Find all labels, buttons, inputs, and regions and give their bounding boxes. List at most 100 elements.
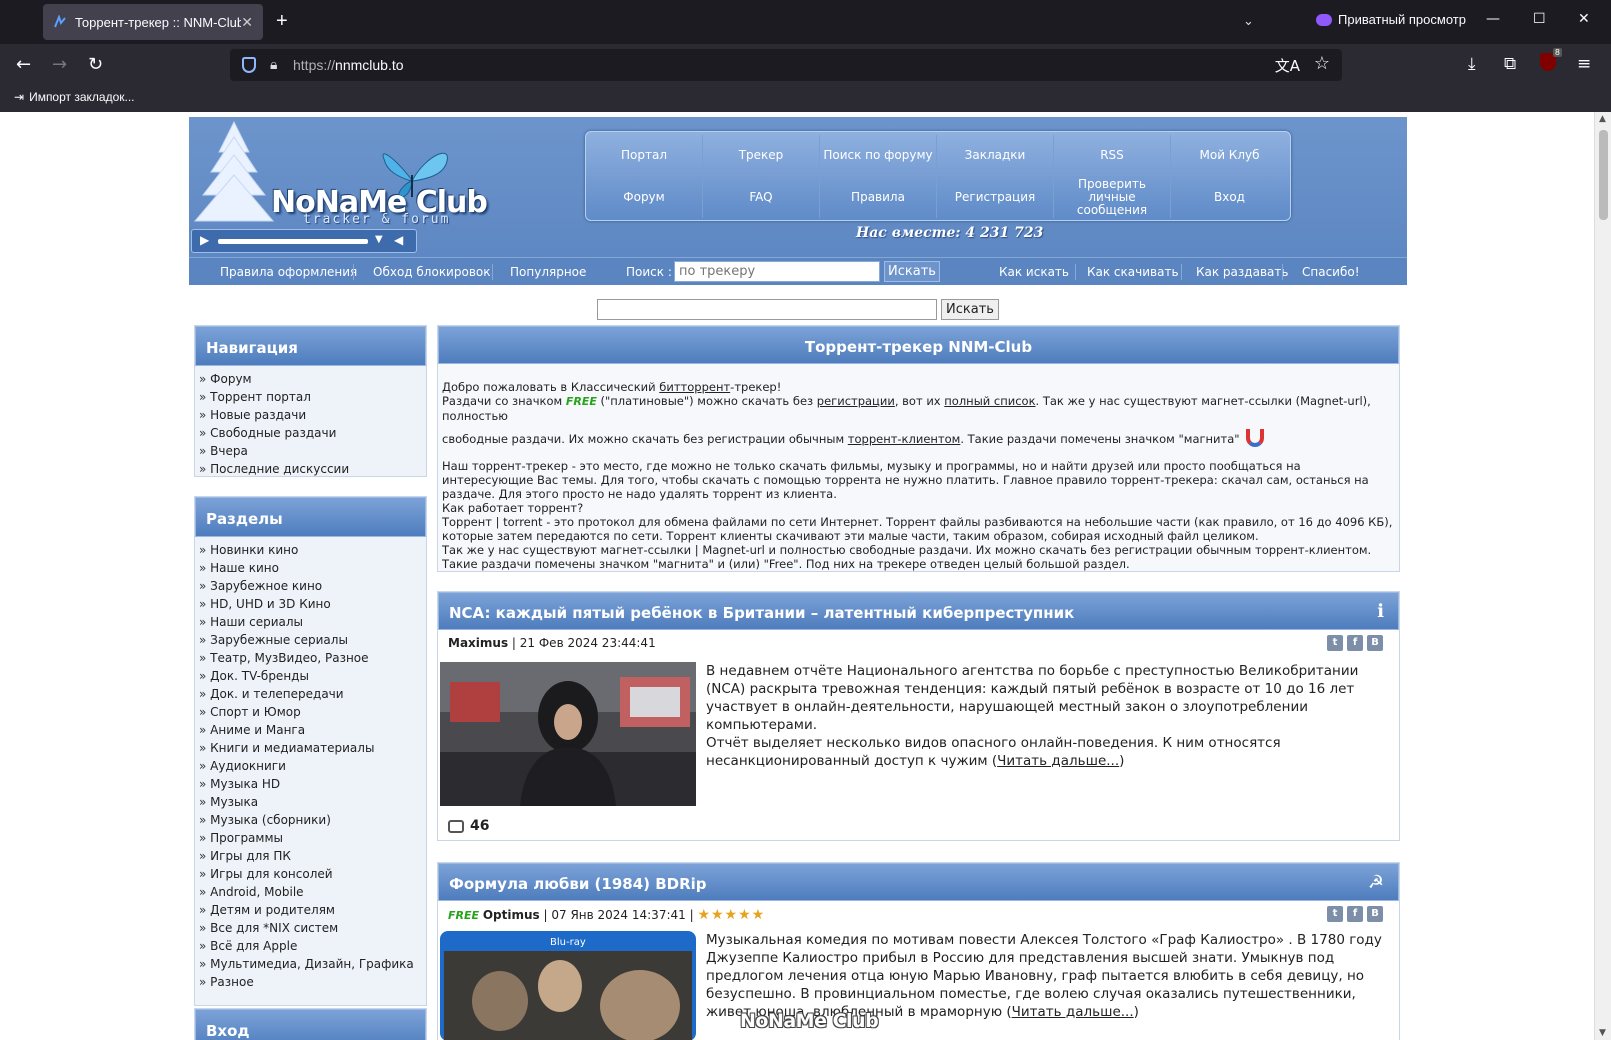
page-scrollbar[interactable]: ▲ ▼: [1594, 112, 1611, 1040]
nav-tracker[interactable]: Трекер: [703, 135, 820, 176]
link-how-to-seed[interactable]: Как раздавать: [1196, 265, 1288, 279]
ublock-extension-icon[interactable]: 8: [1540, 48, 1562, 71]
sidebar-section-item[interactable]: Музыка (сборники): [199, 813, 422, 831]
read-more-link[interactable]: Читать дальше...: [1012, 1004, 1134, 1020]
reload-icon[interactable]: ↻: [88, 54, 103, 75]
news-title[interactable]: NCA: каждый пятый ребёнок в Британии – л…: [438, 592, 1399, 630]
info-icon[interactable]: ℹ: [1377, 601, 1384, 622]
player-dropdown-icon[interactable]: ▼: [375, 234, 383, 245]
forward-icon[interactable]: →: [52, 54, 67, 75]
sidebar-nav-item[interactable]: Форум: [199, 372, 422, 390]
sidebar-section-item[interactable]: Разное: [199, 975, 422, 993]
news-title[interactable]: Формула любви (1984) BDRip ☭: [438, 863, 1399, 901]
sidebar-section-item[interactable]: Аниме и Манга: [199, 723, 422, 741]
close-window-icon[interactable]: ✕: [1578, 11, 1590, 27]
sidebar-section-item[interactable]: Новинки кино: [199, 543, 422, 561]
sidebar-section-item[interactable]: Зарубежное кино: [199, 579, 422, 597]
news-author[interactable]: Optimus: [483, 908, 540, 922]
sidebar-section-item[interactable]: Книги и медиаматериалы: [199, 741, 422, 759]
sidebar-section-item[interactable]: Программы: [199, 831, 422, 849]
extensions-icon[interactable]: ⧉: [1504, 54, 1516, 74]
sidebar-section-item[interactable]: Игры для ПК: [199, 849, 422, 867]
sidebar-section-item[interactable]: Всё для Apple: [199, 939, 422, 957]
sidebar-section-item[interactable]: Театр, МузВидео, Разное: [199, 651, 422, 669]
site-search-input[interactable]: [597, 299, 937, 320]
menu-icon[interactable]: ≡: [1577, 54, 1591, 74]
sidebar-nav-item[interactable]: Последние дискуссии: [199, 462, 422, 480]
sidebar-section-item[interactable]: Зарубежные сериалы: [199, 633, 422, 651]
import-bookmarks-item[interactable]: ⇥ Импорт закладок...: [14, 90, 135, 104]
sidebar-nav-item[interactable]: Свободные раздачи: [199, 426, 422, 444]
sidebar-section-item[interactable]: Спорт и Юмор: [199, 705, 422, 723]
sidebar-section-item[interactable]: Музыка: [199, 795, 422, 813]
link-bittorrent[interactable]: битторрент: [659, 380, 730, 394]
nav-login[interactable]: Вход: [1171, 177, 1288, 218]
url-text[interactable]: https://nnmclub.to: [293, 57, 404, 73]
sidebar-section-item[interactable]: Док. и телепередачи: [199, 687, 422, 705]
sidebar-section-item[interactable]: Аудиокниги: [199, 759, 422, 777]
tracking-shield-icon[interactable]: [242, 57, 256, 73]
vk-share-icon[interactable]: B: [1367, 635, 1383, 651]
nav-bookmarks[interactable]: Закладки: [937, 135, 1054, 176]
close-tab-icon[interactable]: ✕: [241, 14, 253, 31]
sidebar-section-item[interactable]: Док. TV-бренды: [199, 669, 422, 687]
news-image-bluray-cover[interactable]: Blu-ray: [440, 931, 696, 1040]
scroll-down-icon[interactable]: ▼: [1599, 1028, 1606, 1038]
site-search-button[interactable]: Искать: [941, 299, 999, 320]
play-icon[interactable]: ▶: [200, 233, 209, 247]
url-bar[interactable]: 🔒︎ https://nnmclub.to 文A ☆: [230, 49, 1342, 81]
volume-icon[interactable]: ◀: [394, 233, 403, 247]
scroll-up-icon[interactable]: ▲: [1599, 114, 1606, 124]
news-author[interactable]: Maximus: [448, 636, 508, 650]
sidebar-section-item[interactable]: Игры для консолей: [199, 867, 422, 885]
nav-rules[interactable]: Правила: [820, 177, 937, 218]
comments-count[interactable]: 46: [448, 818, 489, 834]
bookmark-star-icon[interactable]: ☆: [1314, 53, 1330, 74]
link-bypass-blocks[interactable]: Обход блокировок: [373, 265, 490, 279]
new-tab-button[interactable]: +: [276, 10, 288, 33]
nav-forum[interactable]: Форум: [586, 177, 703, 218]
maximize-icon[interactable]: ☐: [1533, 11, 1546, 27]
back-icon[interactable]: ←: [16, 54, 31, 75]
news-image-hacker[interactable]: [440, 662, 696, 806]
sidebar-nav-item[interactable]: Вчера: [199, 444, 422, 462]
nav-faq[interactable]: FAQ: [703, 177, 820, 218]
facebook-share-icon[interactable]: f: [1347, 635, 1363, 651]
sidebar-section-item[interactable]: Мультимедиа, Дизайн, Графика: [199, 957, 422, 975]
player-progress-bar[interactable]: [218, 239, 368, 244]
scrollbar-thumb[interactable]: [1599, 130, 1608, 220]
nav-forum-search[interactable]: Поиск по форуму: [820, 135, 937, 176]
link-how-to-download[interactable]: Как скачивать: [1087, 265, 1179, 279]
lock-icon[interactable]: 🔒︎: [270, 57, 277, 73]
facebook-share-icon[interactable]: f: [1347, 906, 1363, 922]
link-thanks[interactable]: Спасибо!: [1302, 265, 1360, 279]
vk-share-icon[interactable]: B: [1367, 906, 1383, 922]
downloads-icon[interactable]: ⤓: [1468, 54, 1476, 74]
link-registration[interactable]: регистрации: [817, 394, 895, 408]
sidebar-section-item[interactable]: Android, Mobile: [199, 885, 422, 903]
link-popular[interactable]: Популярное: [510, 265, 586, 279]
sidebar-section-item[interactable]: HD, UHD и 3D Кино: [199, 597, 422, 615]
list-tabs-icon[interactable]: ⌄: [1243, 14, 1254, 29]
sidebar-section-item[interactable]: Наши сериалы: [199, 615, 422, 633]
sidebar-section-item[interactable]: Все для *NIX систем: [199, 921, 422, 939]
nav-portal[interactable]: Портал: [586, 135, 703, 176]
read-more-link[interactable]: Читать дальше...: [997, 753, 1119, 769]
sidebar-section-item[interactable]: Детям и родителям: [199, 903, 422, 921]
sidebar-nav-item[interactable]: Новые раздачи: [199, 408, 422, 426]
nav-rss[interactable]: RSS: [1054, 135, 1171, 176]
link-how-to-search[interactable]: Как искать: [999, 265, 1069, 279]
link-formatting-rules[interactable]: Правила оформления: [220, 265, 357, 279]
tracker-search-button[interactable]: Искать: [884, 261, 940, 282]
sidebar-section-item[interactable]: Наше кино: [199, 561, 422, 579]
link-torrent-client[interactable]: торрент-клиентом: [848, 432, 961, 446]
translate-icon[interactable]: 文A: [1275, 55, 1300, 76]
hammer-sickle-icon[interactable]: ☭: [1368, 872, 1384, 893]
link-full-list[interactable]: полный список: [944, 394, 1035, 408]
nav-my-club[interactable]: Мой Клуб: [1171, 135, 1288, 176]
tracker-search-input[interactable]: [674, 261, 880, 282]
twitter-share-icon[interactable]: t: [1327, 906, 1343, 922]
twitter-share-icon[interactable]: t: [1327, 635, 1343, 651]
sidebar-nav-item[interactable]: Торрент портал: [199, 390, 422, 408]
browser-tab[interactable]: Торрент-трекер :: NNM-Club ✕: [43, 4, 263, 40]
